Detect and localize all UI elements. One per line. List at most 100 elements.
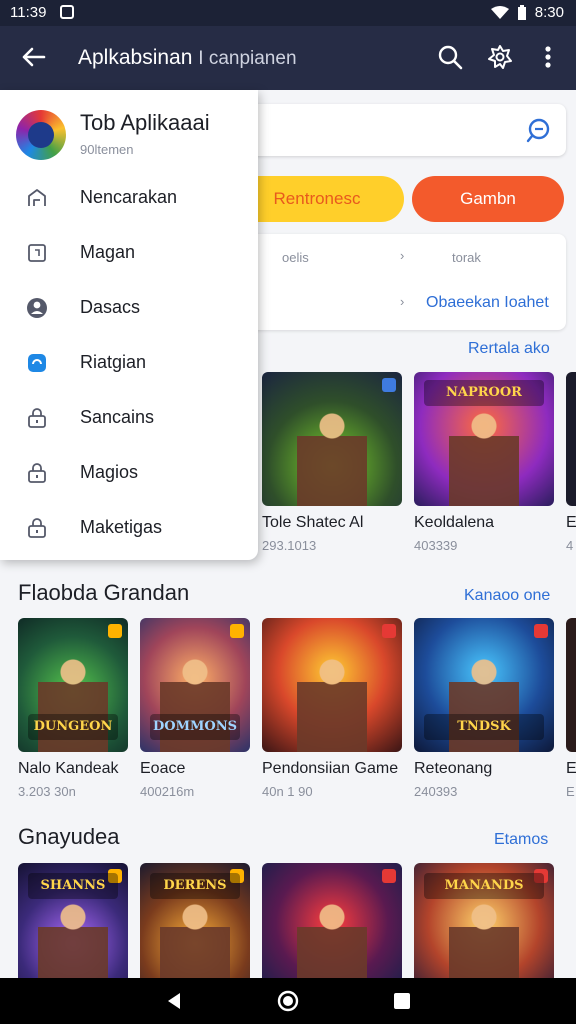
nav-home-icon[interactable] (276, 989, 300, 1013)
status-icons: 8:30 (490, 4, 564, 21)
game-card-partial[interactable]: E E (566, 618, 576, 799)
navigation-drawer: Tob Aplikaaai 90ltemen Nencarakan Magan … (0, 90, 258, 560)
game-name: E (566, 760, 576, 777)
nav-recents-icon[interactable] (392, 991, 412, 1011)
game-thumbnail (262, 372, 402, 506)
blue-app-icon (28, 354, 46, 372)
drawer-item-3[interactable]: Dasacs (0, 283, 258, 333)
game-row-3: SHANNS DERENS MANANDS (18, 863, 576, 978)
info-col2: torak (452, 250, 481, 265)
search-input[interactable] (210, 104, 566, 156)
game-name: Reteonang (414, 760, 493, 777)
game-card[interactable] (262, 863, 402, 978)
user-circle-icon (27, 298, 47, 318)
game-name: Pendonsiian Game (262, 760, 399, 777)
page-title: Aplkabsinan I canpianen (78, 46, 297, 70)
nav-back-icon[interactable] (164, 991, 184, 1011)
drawer-item-label: Dasacs (80, 297, 141, 317)
game-name: Nalo Kandeak (18, 760, 119, 777)
game-banner: MANANDS (424, 873, 544, 899)
see-more-link-2[interactable]: Kanaoo one (464, 587, 550, 605)
game-thumbnail (262, 618, 402, 752)
game-card[interactable]: SHANNS (18, 863, 128, 978)
drawer-subtitle: 90ltemen (80, 142, 134, 157)
game-card[interactable]: Pendonsiian Game 40n 1 90 (262, 618, 402, 799)
game-card[interactable]: DUNGEON Nalo Kandeak 3.203 30n (18, 618, 128, 799)
more-vert-icon[interactable] (534, 43, 562, 71)
game-meta: 400216m (140, 784, 195, 799)
drawer-item-1[interactable]: Nencarakan (0, 173, 258, 223)
game-thumbnail (566, 372, 576, 506)
game-card[interactable]: NAPROOR Keoldalena 403339 (414, 372, 554, 553)
app-logo-icon (16, 110, 66, 160)
game-card[interactable]: DERENS (140, 863, 250, 978)
info-link[interactable]: Obaeekan Ioahet (426, 294, 549, 312)
game-card[interactable]: MANANDS (414, 863, 554, 978)
filter-chip-2[interactable]: Gambn (412, 176, 564, 222)
drawer-item-4[interactable]: Riatgian (0, 338, 258, 388)
game-banner: NAPROOR (424, 380, 544, 406)
battery-icon (517, 4, 526, 20)
drawer-item-label: Magios (80, 462, 139, 482)
game-row-2: DUNGEON Nalo Kandeak 3.203 30n DOMMONS E… (18, 618, 576, 799)
see-more-link-1[interactable]: Rertala ako (468, 340, 550, 358)
game-name: E (566, 514, 576, 531)
home-outline-icon (28, 189, 46, 206)
game-meta: 240393 (414, 784, 458, 799)
lock-icon (28, 463, 46, 483)
game-card-partial[interactable]: E 4 (566, 372, 576, 553)
system-nav-bar (0, 978, 576, 1024)
game-banner: DUNGEON (28, 714, 118, 740)
drawer-item-6[interactable]: Magios (0, 448, 258, 498)
drawer-item-5[interactable]: Sancains (0, 393, 258, 443)
gear-icon[interactable] (486, 43, 514, 71)
info-col1: oelis (282, 250, 309, 265)
game-thumbnail: NAPROOR (414, 372, 554, 506)
game-banner: TNDSK (424, 714, 544, 740)
chat-search-icon[interactable] (524, 116, 552, 144)
status-clock-right: 8:30 (534, 4, 564, 21)
section-title-2: Flaobda Grandan (18, 580, 190, 605)
game-thumbnail: DOMMONS (140, 618, 250, 752)
game-thumbnail: DERENS (140, 863, 250, 978)
game-banner: SHANNS (28, 873, 118, 899)
drawer-item-label: Magan (80, 242, 136, 262)
game-card[interactable]: TNDSK Reteonang 240393 (414, 618, 554, 799)
game-thumbnail (262, 863, 402, 978)
game-meta: E (566, 784, 575, 799)
status-time: 11:39 (10, 4, 47, 21)
notification-icon (60, 5, 74, 19)
drawer-title: Tob Aplikaaai (80, 110, 210, 135)
lock-icon (28, 408, 46, 428)
game-meta: 403339 (414, 538, 458, 553)
drawer-item-label: Nencarakan (80, 187, 178, 207)
search-icon[interactable] (436, 43, 464, 71)
game-thumbnail (566, 618, 576, 752)
drawer-item-label: Riatgian (80, 352, 147, 372)
game-thumbnail: SHANNS (18, 863, 128, 978)
back-arrow-icon[interactable] (18, 42, 48, 72)
info-card[interactable]: oelis › torak › Obaeekan Ioahet (220, 234, 566, 330)
game-meta: 293.1013 (262, 538, 317, 553)
game-card[interactable]: Tole Shatec Al 293.1013 (262, 372, 402, 553)
square-icon (28, 244, 46, 262)
drawer-item-2[interactable]: Magan (0, 228, 258, 278)
wifi-icon (490, 5, 509, 19)
game-banner: DOMMONS (150, 714, 240, 740)
game-meta: 4 (566, 538, 574, 553)
drawer-item-label: Sancains (80, 407, 155, 427)
drawer-item-label: Maketigas (80, 517, 163, 537)
section-title-3: Gnayudea (18, 824, 120, 849)
game-banner: DERENS (150, 873, 240, 899)
game-thumbnail: TNDSK (414, 618, 554, 752)
app-bar: Aplkabsinan I canpianen (0, 26, 576, 90)
game-meta: 40n 1 90 (262, 784, 313, 799)
see-more-link-3[interactable]: Etamos (494, 831, 548, 849)
title-main: Aplkabsinan (78, 46, 193, 69)
game-card[interactable]: DOMMONS Eoace 400216m (140, 618, 250, 799)
game-meta: 3.203 30n (18, 784, 76, 799)
game-row-1: Tole Shatec Al 293.1013 NAPROOR Keoldale… (262, 372, 576, 553)
game-name: Tole Shatec Al (262, 514, 364, 531)
drawer-item-7[interactable]: Maketigas (0, 503, 258, 553)
chevron-right-icon: › (400, 294, 405, 309)
